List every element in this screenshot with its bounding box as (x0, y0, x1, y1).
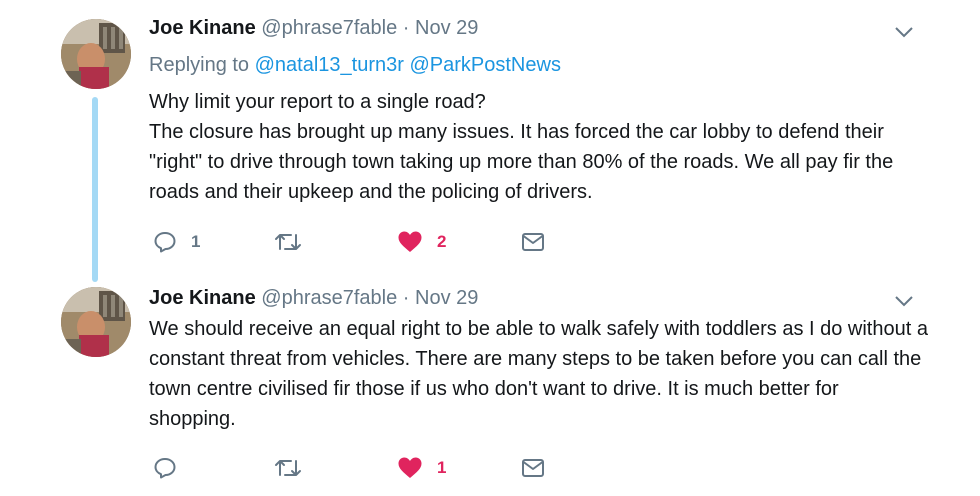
tweet-text-line: The closure has brought up many issues. … (149, 121, 894, 203)
retweet-button[interactable] (274, 453, 316, 483)
tweet-text: We should receive an equal right to be a… (149, 314, 929, 434)
reply-icon (154, 232, 176, 253)
user-handle[interactable]: @phrase7fable (261, 287, 397, 309)
tweet[interactable]: Joe Kinane @phrase7fable · Nov 29 Replyi… (0, 0, 980, 282)
envelope-icon (522, 459, 544, 477)
display-name[interactable]: Joe Kinane (149, 287, 256, 309)
replying-to: Replying to @natal13_turn3r @ParkPostNew… (149, 52, 561, 78)
display-name[interactable]: Joe Kinane (149, 17, 256, 39)
tweet-text-line: We should receive an equal right to be a… (149, 318, 928, 430)
thread-connector (92, 97, 98, 282)
heart-icon (398, 231, 422, 252)
replying-to-label: Replying to (149, 54, 250, 76)
tweet-date[interactable]: Nov 29 (415, 287, 478, 309)
heart-icon (398, 457, 422, 478)
reply-button[interactable]: 1 (153, 227, 200, 257)
tweet-date[interactable]: Nov 29 (415, 17, 478, 39)
tweet-text: Why limit your report to a single road? … (149, 87, 929, 207)
like-button[interactable]: 2 (397, 227, 446, 257)
chevron-down-icon[interactable] (894, 294, 914, 308)
retweet-icon (275, 460, 301, 476)
like-count: 1 (437, 458, 447, 477)
mention-link[interactable]: @natal13_turn3r (255, 54, 404, 76)
separator: · (402, 287, 410, 309)
reply-count: 1 (191, 232, 201, 251)
direct-message-button[interactable] (521, 227, 545, 257)
direct-message-button[interactable] (521, 453, 545, 483)
mention-link[interactable]: @ParkPostNews (409, 54, 560, 76)
reply-button[interactable] (153, 453, 191, 483)
reply-icon (154, 458, 176, 479)
retweet-button[interactable] (274, 227, 316, 257)
tweet-header: Joe Kinane @phrase7fable · Nov 29 (149, 15, 478, 41)
tweet-header: Joe Kinane @phrase7fable · Nov 29 (149, 285, 478, 311)
tweet-actions: 1 2 (149, 227, 599, 257)
user-handle[interactable]: @phrase7fable (261, 17, 397, 39)
separator: · (402, 17, 410, 39)
tweet-actions: 1 (149, 453, 599, 483)
retweet-icon (275, 234, 301, 250)
avatar[interactable] (61, 287, 131, 357)
avatar[interactable] (61, 19, 131, 89)
chevron-down-icon[interactable] (894, 25, 914, 39)
envelope-icon (522, 233, 544, 251)
like-button[interactable]: 1 (397, 453, 446, 483)
tweet-text-line: Why limit your report to a single road? (149, 91, 486, 113)
like-count: 2 (437, 232, 447, 251)
tweet[interactable]: Joe Kinane @phrase7fable · Nov 29 We sho… (0, 270, 980, 496)
